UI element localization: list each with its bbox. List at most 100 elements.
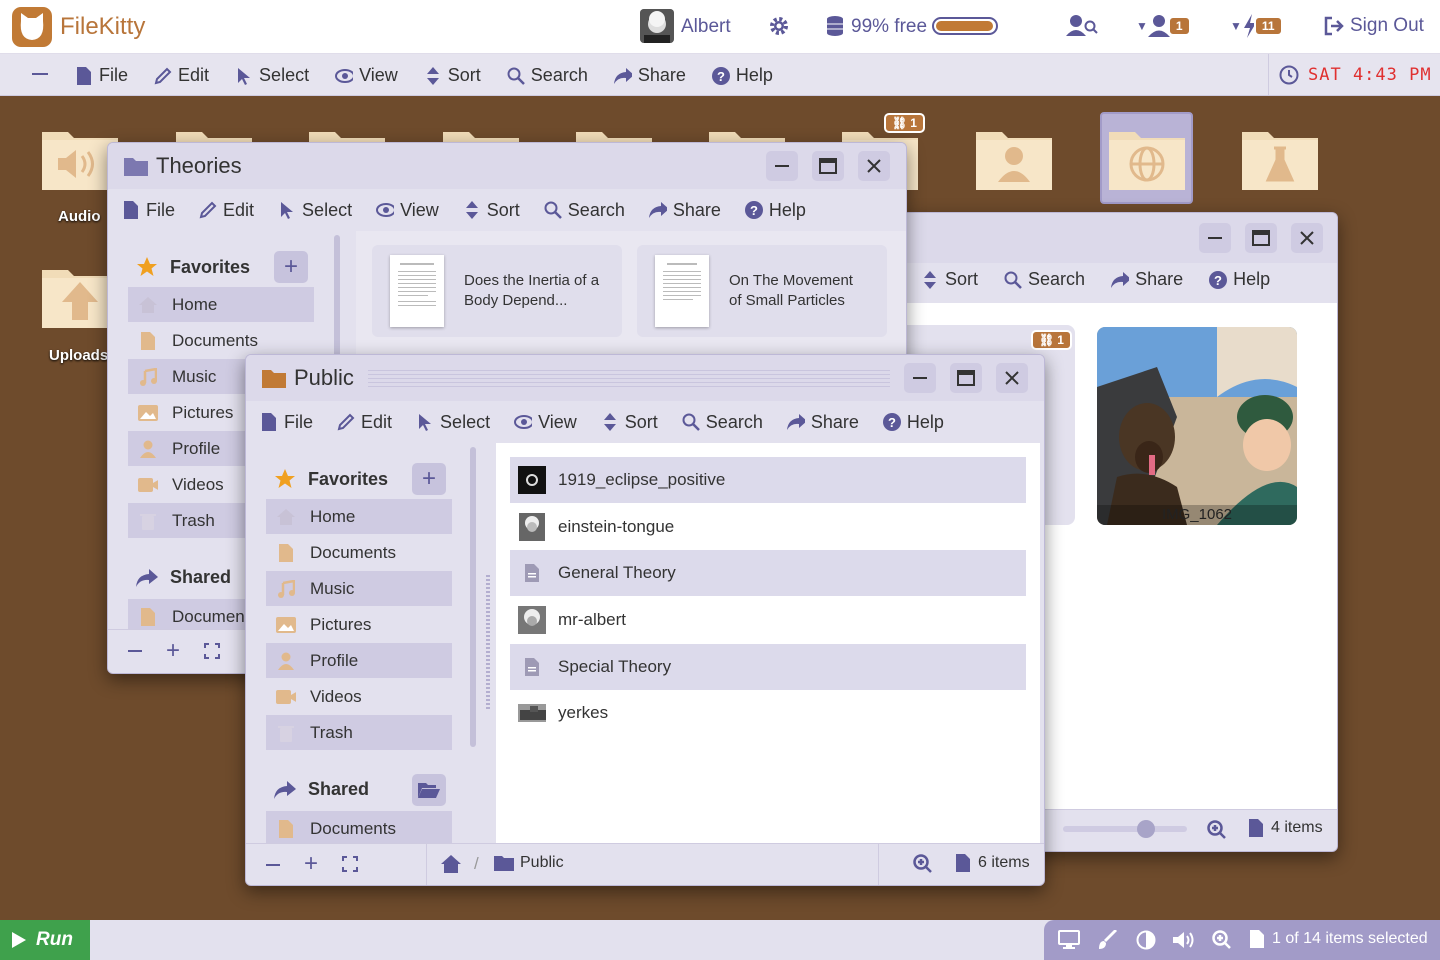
notifications-menu[interactable]: ▼ 11 bbox=[1230, 14, 1283, 38]
sidebar-item-videos[interactable]: Videos bbox=[266, 679, 452, 714]
menu-view[interactable]: View bbox=[376, 200, 439, 221]
menu-help[interactable]: ? Help bbox=[744, 200, 806, 221]
breadcrumb-public[interactable]: Public bbox=[494, 854, 564, 872]
menu-help[interactable]: ? Help bbox=[711, 65, 773, 86]
menu-share[interactable]: Share bbox=[1111, 269, 1183, 290]
menu-help[interactable]: ? Help bbox=[1209, 269, 1270, 290]
sidebar-item-pictures[interactable]: Pictures bbox=[266, 607, 452, 642]
item-count: 4 items bbox=[1249, 819, 1323, 837]
window-public[interactable]: Public File Edit Select View Sort Search… bbox=[245, 354, 1045, 886]
sidebar-item-profile[interactable]: Profile bbox=[266, 643, 452, 678]
close-button[interactable] bbox=[996, 363, 1028, 393]
menu-share[interactable]: Share bbox=[613, 65, 686, 86]
paint-brush-icon[interactable] bbox=[1098, 930, 1118, 950]
menu-sort[interactable]: Sort bbox=[424, 65, 481, 86]
menu-file[interactable]: File bbox=[75, 65, 128, 86]
file-row[interactable]: Special Theory bbox=[510, 644, 1026, 690]
menu-search[interactable]: Search bbox=[682, 412, 763, 433]
menu-select[interactable]: Select bbox=[278, 200, 352, 221]
menu-help[interactable]: ? Help bbox=[882, 412, 944, 433]
file-row[interactable]: einstein-tongue bbox=[510, 504, 1026, 550]
file-row[interactable]: General Theory bbox=[510, 550, 1026, 596]
star-icon bbox=[275, 469, 295, 488]
menu-share[interactable]: Share bbox=[786, 412, 859, 433]
maximize-button[interactable] bbox=[950, 363, 982, 393]
menu-edit[interactable]: Edit bbox=[154, 65, 209, 86]
drag-handle[interactable] bbox=[367, 367, 890, 389]
zoom-out-icon[interactable] bbox=[128, 650, 142, 652]
open-shared-folder-button[interactable] bbox=[412, 774, 446, 806]
desktop-folder-science[interactable] bbox=[1242, 126, 1318, 190]
close-button[interactable] bbox=[1291, 223, 1323, 253]
file-row[interactable]: mr-albert bbox=[510, 597, 1026, 643]
file-row[interactable]: 1919_eclipse_positive bbox=[510, 457, 1026, 503]
minimize-button[interactable] bbox=[1199, 223, 1231, 253]
sidebar-item-documents[interactable]: Documents bbox=[128, 323, 314, 358]
sidebar-item-trash[interactable]: Trash bbox=[266, 715, 452, 750]
menu-sort[interactable]: Sort bbox=[921, 269, 978, 290]
maximize-button[interactable] bbox=[812, 151, 844, 181]
zoom-slider-handle[interactable] bbox=[1137, 820, 1156, 838]
menu-file[interactable]: File bbox=[122, 200, 175, 221]
menu-select[interactable]: Select bbox=[235, 65, 309, 86]
desktop-folder-public-selected[interactable] bbox=[1100, 112, 1193, 204]
menu-edit[interactable]: Edit bbox=[199, 200, 254, 221]
zoom-in-icon[interactable] bbox=[1207, 820, 1227, 840]
menu-search[interactable]: Search bbox=[544, 200, 625, 221]
menu-search[interactable]: Search bbox=[507, 65, 588, 86]
sign-out-button[interactable]: Sign Out bbox=[1324, 15, 1424, 37]
menu-select[interactable]: Select bbox=[416, 412, 490, 433]
sidebar-item-shared-documents[interactable]: Documents bbox=[266, 811, 452, 846]
minimize-button[interactable] bbox=[904, 363, 936, 393]
sidebar-scrollbar[interactable] bbox=[470, 447, 476, 747]
video-icon bbox=[276, 687, 296, 707]
zoom-in-plus-icon[interactable]: + bbox=[166, 639, 180, 663]
sidebar-item-music[interactable]: Music bbox=[266, 571, 452, 606]
sidebar-item-home[interactable]: Home bbox=[128, 287, 314, 322]
zoom-in-icon[interactable] bbox=[913, 854, 933, 874]
maximize-button[interactable] bbox=[1245, 223, 1277, 253]
menu-file[interactable]: File bbox=[260, 412, 313, 433]
run-button[interactable]: Run bbox=[0, 920, 90, 960]
close-button[interactable] bbox=[858, 151, 890, 181]
minimize-button[interactable] bbox=[766, 151, 798, 181]
contrast-icon[interactable] bbox=[1136, 930, 1156, 950]
user-search-icon[interactable] bbox=[1066, 14, 1098, 38]
app-logo-icon[interactable] bbox=[12, 7, 52, 47]
menu-share[interactable]: Share bbox=[648, 200, 721, 221]
zoom-out-icon[interactable] bbox=[266, 864, 280, 866]
person-folder-icon bbox=[976, 132, 1052, 190]
home-icon[interactable] bbox=[440, 854, 462, 874]
collapse-icon[interactable] bbox=[32, 73, 48, 75]
add-favorite-button[interactable]: + bbox=[274, 251, 308, 283]
document-card[interactable]: Does the Inertia of a Body Depend... bbox=[372, 245, 622, 337]
menu-search[interactable]: Search bbox=[1004, 269, 1085, 290]
menu-view[interactable]: View bbox=[514, 412, 577, 433]
add-favorite-button[interactable]: + bbox=[412, 463, 446, 495]
menu-edit[interactable]: Edit bbox=[337, 412, 392, 433]
fullscreen-icon[interactable] bbox=[204, 643, 220, 659]
document-icon bbox=[518, 559, 546, 587]
chevron-down-icon: ▼ bbox=[1230, 19, 1242, 33]
zoom-slider[interactable] bbox=[1063, 820, 1187, 838]
user-name[interactable]: Albert bbox=[681, 16, 731, 38]
menu-view[interactable]: View bbox=[335, 65, 398, 86]
volume-icon[interactable] bbox=[1172, 930, 1198, 950]
zoom-in-plus-icon[interactable]: + bbox=[304, 852, 318, 876]
shares-menu[interactable]: ▼ 1 bbox=[1136, 14, 1191, 38]
document-card[interactable]: On The Movement of Small Particles bbox=[637, 245, 887, 337]
menu-sort[interactable]: Sort bbox=[601, 412, 658, 433]
menu-sort[interactable]: Sort bbox=[463, 200, 520, 221]
photo-card-img-1062[interactable]: IMG_1062 bbox=[1097, 327, 1297, 525]
desktop-folder-profile[interactable] bbox=[976, 126, 1052, 190]
file-row[interactable]: yerkes bbox=[510, 690, 1026, 736]
fullscreen-icon[interactable] bbox=[342, 856, 358, 872]
divider bbox=[1268, 54, 1269, 96]
user-avatar[interactable] bbox=[640, 9, 674, 43]
settings-gear-icon[interactable] bbox=[768, 15, 790, 37]
pane-resize-handle[interactable] bbox=[486, 575, 490, 709]
sidebar-item-documents[interactable]: Documents bbox=[266, 535, 452, 570]
display-icon[interactable] bbox=[1058, 930, 1080, 950]
zoom-icon[interactable] bbox=[1212, 930, 1232, 950]
sidebar-item-home[interactable]: Home bbox=[266, 499, 452, 534]
